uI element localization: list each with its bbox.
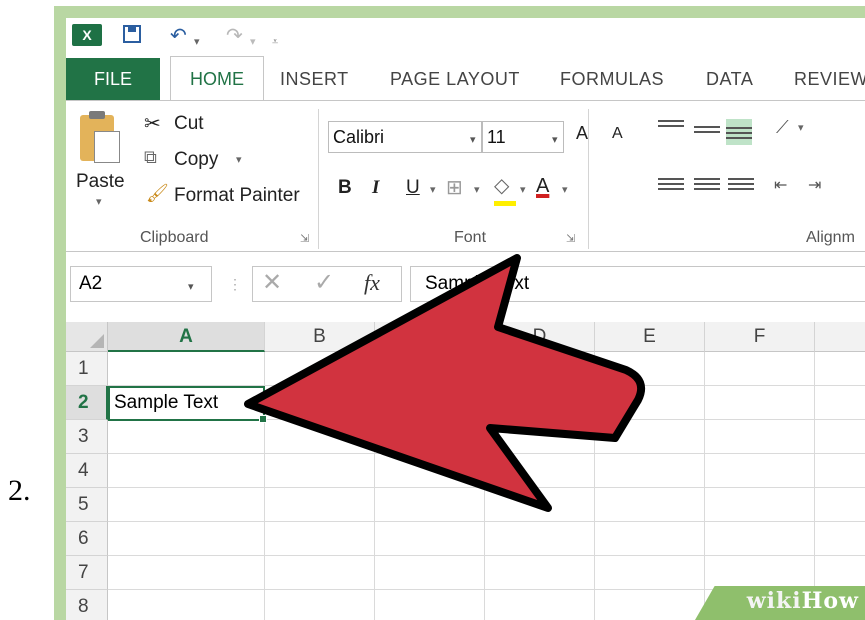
red-pointer-arrow-icon: [244, 254, 645, 512]
tab-home[interactable]: HOME: [170, 56, 264, 100]
